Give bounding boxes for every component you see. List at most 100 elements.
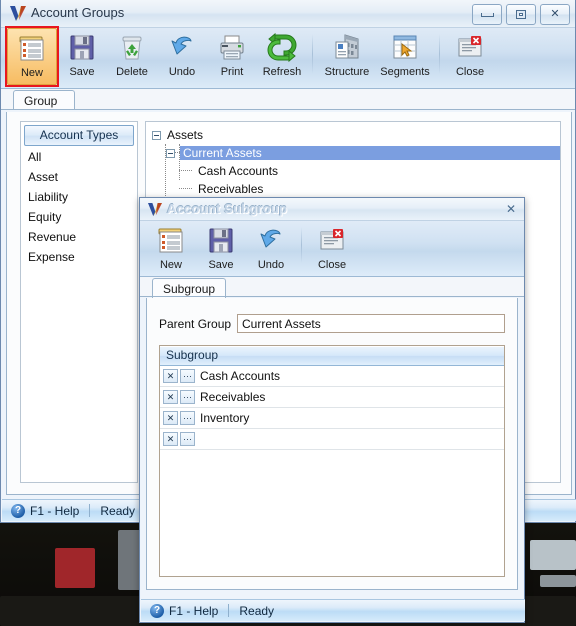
refresh-arrows-icon — [266, 32, 298, 63]
subgroup-statusbar: ? F1 - Help Ready — [141, 599, 525, 621]
delete-row-icon[interactable]: ✕ — [163, 411, 178, 425]
new-button-label: New — [20, 67, 43, 79]
account-type-revenue[interactable]: Revenue — [21, 227, 137, 247]
undo-button[interactable]: Undo — [157, 28, 207, 85]
delete-button-label: Delete — [116, 66, 148, 78]
subgroup-undo-button[interactable]: Undo — [246, 221, 296, 274]
subgroup-tabstrip: Subgroup — [140, 277, 524, 298]
tree-row-current-assets[interactable]: Current Assets — [146, 144, 560, 162]
subgroup-new-button[interactable]: New — [146, 221, 196, 274]
toolbar-separator — [301, 227, 302, 263]
table-row[interactable]: ✕ ··· Inventory — [160, 408, 504, 429]
floppy-disk-icon — [205, 225, 237, 256]
account-type-liability[interactable]: Liability — [21, 187, 137, 207]
help-icon[interactable]: ? — [11, 503, 25, 518]
main-tabstrip: Group — [1, 89, 575, 110]
tree-connector — [179, 188, 192, 190]
main-titlebar[interactable]: Account Groups ✕ — [1, 0, 575, 28]
account-type-asset[interactable]: Asset — [21, 167, 137, 187]
statusbar-separator — [89, 504, 91, 517]
new-document-icon — [16, 33, 48, 64]
help-label: F1 - Help — [30, 503, 80, 518]
maximize-icon — [507, 5, 535, 24]
print-button[interactable]: Print — [207, 28, 257, 85]
undo-arrow-icon — [166, 32, 198, 63]
account-type-all[interactable]: All — [21, 147, 137, 167]
building-structure-icon — [331, 32, 363, 63]
table-row-new[interactable]: ✕ ··· — [160, 429, 504, 450]
parent-group-label: Parent Group — [159, 316, 232, 331]
v-logo-icon — [148, 202, 162, 217]
close-toolbar-button[interactable]: Close — [445, 28, 495, 85]
floppy-disk-icon — [66, 32, 98, 63]
refresh-button-label: Refresh — [262, 66, 302, 78]
wallpaper-shape — [540, 575, 576, 587]
parent-group-input[interactable] — [237, 314, 505, 333]
subgroup-close-button[interactable]: Close — [307, 221, 357, 274]
account-types-header[interactable]: Account Types — [24, 125, 134, 146]
v-logo-icon — [10, 5, 26, 22]
account-type-expense[interactable]: Expense — [21, 247, 137, 267]
table-row[interactable]: ✕ ··· Receivables — [160, 387, 504, 408]
close-icon: ✕ — [550, 8, 560, 20]
subgroup-toolbar: New Save Undo Close — [140, 221, 524, 277]
subgroup-name: Receivables — [200, 390, 266, 404]
subgroup-save-label: Save — [208, 259, 234, 271]
delete-button[interactable]: Delete — [107, 28, 157, 85]
delete-row-icon[interactable]: ✕ — [163, 369, 178, 383]
subgroup-title: Account Subgroup — [167, 201, 288, 216]
tree-connector — [179, 170, 192, 172]
save-button-label: Save — [69, 66, 95, 78]
browse-row-icon[interactable]: ··· — [180, 432, 195, 446]
help-icon[interactable]: ? — [150, 603, 164, 618]
new-document-icon — [155, 225, 187, 256]
maximize-button[interactable] — [506, 4, 536, 25]
printer-icon — [216, 32, 248, 63]
collapse-icon[interactable] — [152, 130, 161, 140]
parent-group-row: Parent Group — [159, 314, 505, 333]
tree-row-assets[interactable]: Assets — [146, 126, 560, 144]
browse-row-icon[interactable]: ··· — [180, 369, 195, 383]
subgroup-save-button[interactable]: Save — [196, 221, 246, 274]
tab-subgroup[interactable]: Subgroup — [152, 278, 227, 298]
help-label: F1 - Help — [169, 603, 219, 618]
statusbar-separator — [228, 604, 230, 617]
browse-row-icon[interactable]: ··· — [180, 411, 195, 425]
close-button[interactable]: ✕ — [540, 4, 570, 25]
window-controls: ✕ — [472, 4, 570, 25]
subgroup-column-header[interactable]: Subgroup — [160, 346, 504, 366]
toolbar-separator — [439, 34, 440, 74]
tree-label: Cash Accounts — [198, 164, 279, 178]
collapse-icon[interactable] — [166, 148, 175, 158]
browse-row-icon[interactable]: ··· — [180, 390, 195, 404]
tree-row-receivables[interactable]: Receivables — [146, 180, 560, 198]
subgroup-titlebar[interactable]: Account Subgroup ✕ — [140, 198, 524, 221]
page-title: Account Groups — [31, 5, 125, 20]
refresh-button[interactable]: Refresh — [257, 28, 307, 85]
subgroup-name: Cash Accounts — [200, 369, 281, 383]
tab-group[interactable]: Group — [13, 90, 75, 110]
table-row[interactable]: ✕ ··· Cash Accounts — [160, 366, 504, 387]
delete-row-icon[interactable]: ✕ — [163, 390, 178, 404]
close-icon[interactable]: ✕ — [502, 200, 520, 217]
account-type-equity[interactable]: Equity — [21, 207, 137, 227]
subgroup-new-label: New — [159, 259, 182, 271]
save-button[interactable]: Save — [57, 28, 107, 85]
close-toolbar-button-label: Close — [455, 66, 485, 78]
segments-grid-icon — [389, 32, 421, 63]
structure-button-label: Structure — [324, 66, 370, 78]
recycle-bin-icon — [116, 32, 148, 63]
subgroup-name: Inventory — [200, 411, 250, 425]
delete-row-icon[interactable]: ✕ — [163, 432, 178, 446]
wallpaper-shape — [530, 540, 576, 570]
status-text: Ready — [100, 503, 136, 518]
segments-button[interactable]: Segments — [376, 28, 434, 85]
new-button[interactable]: New — [5, 26, 59, 87]
close-window-icon — [454, 32, 486, 63]
undo-arrow-icon — [255, 225, 287, 256]
minimize-button[interactable] — [472, 4, 502, 25]
tree-row-cash-accounts[interactable]: Cash Accounts — [146, 162, 560, 180]
print-button-label: Print — [220, 66, 244, 78]
tree-label: Assets — [167, 128, 204, 142]
structure-button[interactable]: Structure — [318, 28, 376, 85]
